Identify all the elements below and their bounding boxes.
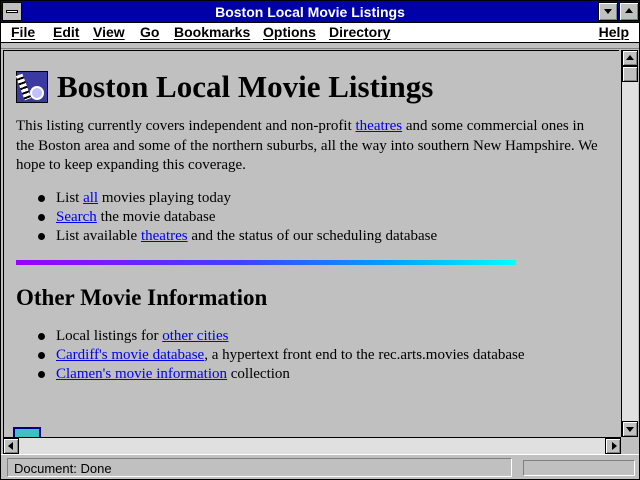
list-item: Cardiff's movie database, a hypertext fr… [36,346,606,365]
other-cities-link[interactable]: other cities [162,328,228,344]
menu-go[interactable]: Go [140,23,159,42]
clamen-info-link[interactable]: Clamen's movie information [56,366,227,382]
scroll-right-button[interactable] [605,438,621,454]
theatres-link[interactable]: theatres [356,118,403,134]
intro-paragraph: This listing currently covers independen… [16,117,606,176]
gradient-divider [16,259,516,265]
system-menu-icon [6,10,18,13]
list-text: List [56,189,84,206]
maximize-button[interactable] [619,2,639,21]
maximize-icon [625,8,633,13]
menu-view[interactable]: View [93,23,125,42]
minimize-icon [604,9,612,14]
list-item: List available theatres and the status o… [36,227,606,246]
page-title: Boston Local Movie Listings [57,69,434,104]
vertical-scrollbar[interactable] [621,50,638,437]
browser-window: Boston Local Movie Listings File Edit Vi… [0,0,640,480]
menu-bookmarks[interactable]: Bookmarks [174,23,250,42]
all-movies-link[interactable]: all [83,190,98,206]
list-item: Search the movie database [36,208,606,227]
status-bar: Document: Done [1,454,639,479]
menu-help[interactable]: Help [599,23,629,42]
menu-bar: File Edit View Go Bookmarks Options Dire… [1,23,639,43]
list-text: Local listings for [56,327,163,344]
intro-text-start: This listing currently covers independen… [16,118,356,134]
menu-options[interactable]: Options [263,23,316,42]
list-text: collection [227,365,290,382]
scroll-down-button[interactable] [622,421,638,437]
progress-indicator [523,460,635,476]
arrow-up-icon [626,55,634,60]
arrow-right-icon [612,442,617,450]
scroll-up-button[interactable] [622,50,638,66]
title-bar: Boston Local Movie Listings [1,1,639,23]
available-theatres-link[interactable]: theatres [141,228,188,244]
cardiff-database-link[interactable]: Cardiff's movie database [56,347,204,363]
list-text: the movie database [96,208,216,225]
arrow-down-icon [626,427,634,432]
film-reel-icon [15,71,48,103]
minimize-button[interactable] [598,2,618,21]
list-text: and the status of our scheduling databas… [187,227,438,244]
scrollbar-corner [621,437,638,454]
horizontal-scrollbar[interactable] [3,437,621,454]
arrow-left-icon [8,442,13,450]
list-item: Clamen's movie information collection [36,365,606,384]
section-heading: Other Movie Information [16,284,268,310]
system-menu-button[interactable] [2,2,22,21]
search-link[interactable]: Search [56,209,97,225]
scroll-left-button[interactable] [3,438,19,454]
other-info-list: Local listings for other cities Cardiff'… [16,327,606,384]
page-content[interactable]: Boston Local Movie Listings This listing… [3,50,619,437]
listing-options-list: List all movies playing today Search the… [16,189,606,246]
list-item: Local listings for other cities [36,327,606,346]
menu-edit[interactable]: Edit [53,23,79,42]
toolbar-separator [1,44,639,49]
menu-file[interactable]: File [11,23,35,42]
list-item: List all movies playing today [36,189,606,208]
list-text: , a hypertext front end to the rec.arts.… [204,346,525,363]
status-text: Document: Done [7,458,512,477]
vertical-scroll-thumb[interactable] [622,66,638,82]
list-text: List available [56,227,141,244]
menu-directory[interactable]: Directory [329,23,390,42]
list-text: movies playing today [98,189,231,206]
partial-image-icon[interactable] [13,427,41,437]
page-heading-row: Boston Local Movie Listings [15,65,606,109]
window-title: Boston Local Movie Listings [215,4,405,20]
